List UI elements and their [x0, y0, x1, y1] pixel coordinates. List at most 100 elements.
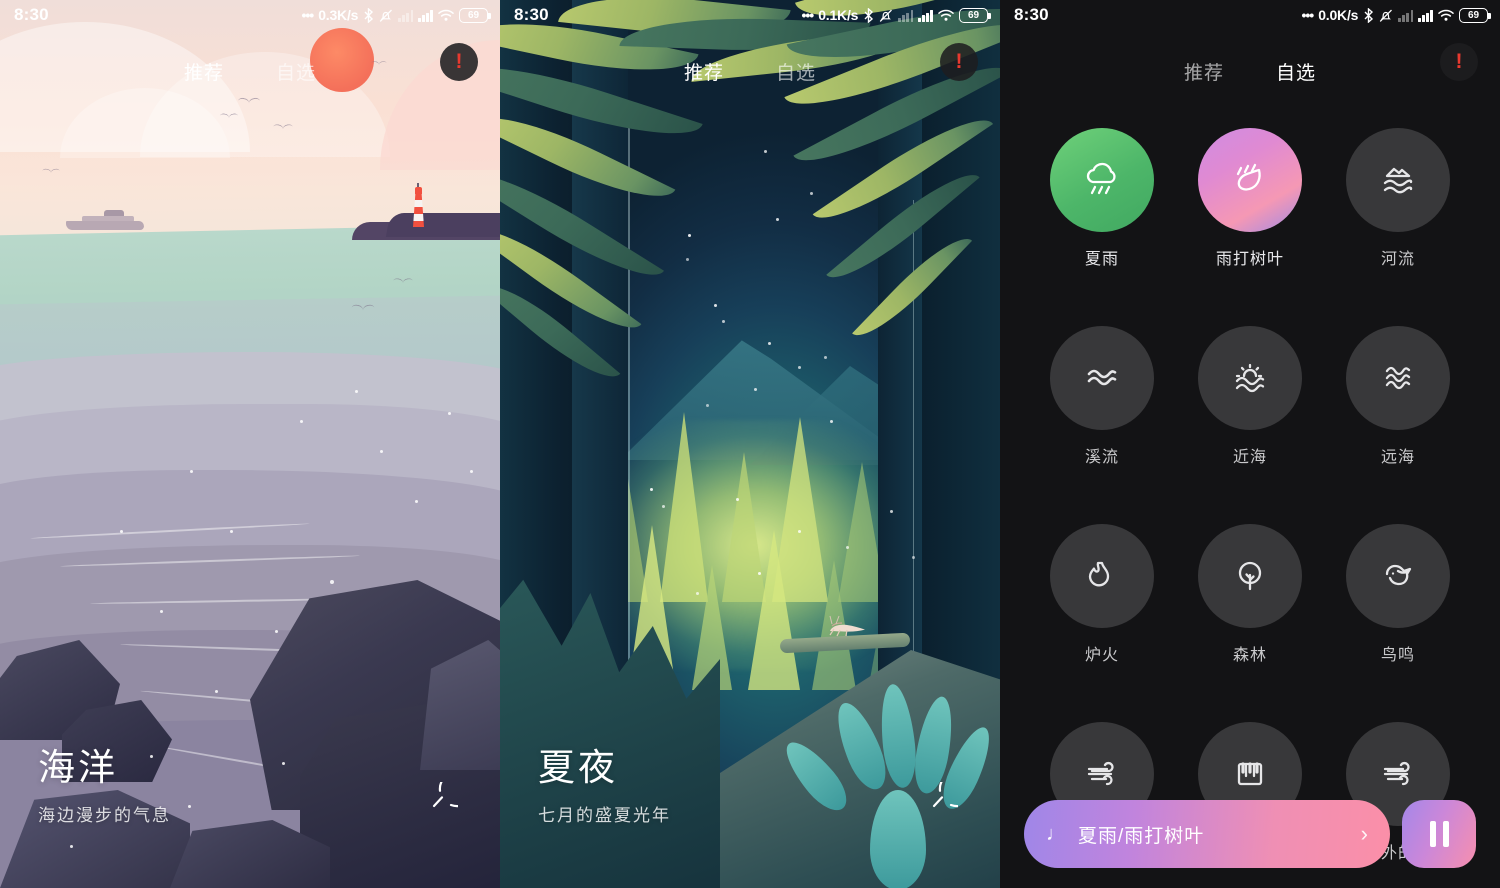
lighthouse-icon — [411, 183, 425, 227]
scene-subtitle: 海边漫步的气息 — [38, 806, 171, 825]
bird-silhouette — [42, 169, 60, 175]
sparkle — [470, 470, 473, 473]
sound-item-rain-on-leaves[interactable]: 雨打树叶 — [1180, 128, 1320, 294]
tab-bar: 推荐 自选 — [1000, 46, 1500, 96]
timer-icon — [432, 782, 458, 808]
pause-icon — [1442, 821, 1449, 847]
panel-summer-night: 8:30 ••• 0.1K/s 69 推荐 自选 ! 夏夜 七月的盛夏光年 — [500, 0, 1000, 888]
sparkle — [706, 404, 709, 407]
scene-title: 夏夜 — [538, 747, 618, 788]
sparkle — [380, 450, 383, 453]
battery-icon: 69 — [459, 7, 491, 23]
signal-icon — [418, 9, 433, 22]
sparkle — [230, 530, 233, 533]
tab-recommend[interactable]: 推荐 — [1184, 58, 1224, 85]
alert-badge[interactable]: ! — [1440, 43, 1478, 81]
sparkle — [275, 630, 278, 633]
sound-toggle[interactable] — [1050, 326, 1154, 430]
bluetooth-icon — [863, 7, 874, 23]
sound-item-fire[interactable]: 炉火 — [1032, 524, 1172, 690]
sound-item-birdsong[interactable]: 鸟鸣 — [1328, 524, 1468, 690]
tab-recommend[interactable]: 推荐 — [684, 58, 724, 85]
grasshopper-icon — [820, 614, 870, 638]
sparkle — [810, 192, 813, 195]
sparkle — [448, 412, 451, 415]
player-bar: ♩ 夏雨/雨打树叶 › — [1024, 800, 1476, 868]
bird-silhouette — [238, 98, 260, 106]
bird-icon — [1385, 564, 1412, 586]
sparkle — [764, 150, 767, 153]
headland — [385, 213, 500, 237]
now-playing-bar[interactable]: ♩ 夏雨/雨打树叶 › — [1024, 800, 1390, 868]
tab-recommend[interactable]: 推荐 — [184, 58, 224, 85]
sparkle — [890, 510, 893, 513]
timer-button[interactable] — [410, 782, 458, 830]
sound-toggle[interactable] — [1198, 326, 1302, 430]
sparkle — [355, 390, 358, 393]
alert-badge[interactable]: ! — [940, 43, 978, 81]
sparkle — [188, 805, 191, 808]
tab-custom[interactable]: 自选 — [276, 58, 316, 85]
sparkle — [830, 420, 833, 423]
tab-bar: 推荐 自选 — [500, 46, 1000, 96]
timer-button[interactable] — [910, 782, 958, 830]
pause-button[interactable] — [1402, 800, 1476, 868]
coast-sun-icon — [1235, 363, 1265, 393]
sparkle — [768, 342, 771, 345]
rain-leaf-icon — [1236, 163, 1261, 191]
battery-level: 69 — [967, 9, 980, 21]
sound-toggle[interactable] — [1346, 326, 1450, 430]
sound-toggle[interactable] — [1198, 524, 1302, 628]
sound-item-stream[interactable]: 溪流 — [1032, 326, 1172, 492]
sound-toggle[interactable] — [1198, 128, 1302, 232]
status-bar: 8:30 ••• 0.0K/s 69 — [1000, 0, 1500, 30]
rain-cloud-icon — [1086, 162, 1116, 195]
sparkle — [330, 580, 334, 584]
sound-item-river[interactable]: 河流 — [1328, 128, 1468, 294]
tab-custom[interactable]: 自选 — [1276, 58, 1316, 85]
sparkle — [798, 530, 801, 533]
chevron-right-icon: › — [1360, 821, 1368, 846]
status-net-speed: 0.0K/s — [1318, 7, 1359, 23]
bluetooth-icon — [1363, 7, 1374, 23]
sound-item-coast[interactable]: 近海 — [1180, 326, 1320, 492]
wifi-icon — [438, 9, 454, 22]
sparkle — [846, 546, 849, 549]
bird-silhouette — [393, 278, 413, 285]
sparkle — [776, 218, 779, 221]
scene-caption: 海洋 海边漫步的气息 — [38, 737, 171, 826]
status-time: 8:30 — [14, 5, 49, 24]
sound-toggle[interactable] — [1050, 524, 1154, 628]
battery-level: 69 — [467, 9, 480, 21]
sound-label: 河流 — [1380, 251, 1415, 268]
alert-badge[interactable]: ! — [440, 43, 478, 81]
sparkle — [824, 356, 827, 359]
alert-icon: ! — [955, 50, 963, 73]
tab-bar: 推荐 自选 — [0, 46, 500, 96]
sparkle — [662, 505, 665, 508]
sparkle — [190, 470, 193, 473]
bird-silhouette — [273, 124, 293, 131]
sound-item-open-sea[interactable]: 远海 — [1328, 326, 1468, 492]
sound-label: 森林 — [1232, 647, 1267, 664]
signal-secondary-icon — [1398, 9, 1414, 22]
panel-sound-picker: 8:30 ••• 0.0K/s 69 推荐 自选 ! 夏雨 雨打树叶 河流 溪流… — [1000, 0, 1500, 888]
sound-item-forest[interactable]: 森林 — [1180, 524, 1320, 690]
sound-label: 夏雨 — [1084, 251, 1119, 268]
status-dots: ••• — [1301, 7, 1314, 23]
status-dots: ••• — [301, 7, 314, 23]
sound-toggle[interactable] — [1346, 128, 1450, 232]
bird-silhouette — [351, 305, 374, 313]
status-bar: 8:30 ••• 0.1K/s 69 — [500, 0, 1000, 30]
screenshot-row: 8:30 ••• 0.3K/s 69 推荐 自选 ! 海洋 海边漫步的气息 8:… — [0, 0, 1500, 888]
mute-bell-icon — [879, 8, 893, 23]
sound-item-summer-rain[interactable]: 夏雨 — [1032, 128, 1172, 294]
sparkle — [300, 420, 303, 423]
sound-toggle[interactable] — [1050, 128, 1154, 232]
fire-icon — [1088, 561, 1110, 587]
sound-toggle[interactable] — [1346, 524, 1450, 628]
scene-title: 海洋 — [38, 747, 118, 788]
alert-icon: ! — [1455, 50, 1463, 73]
ship-icon — [66, 210, 144, 230]
tab-custom[interactable]: 自选 — [776, 58, 816, 85]
